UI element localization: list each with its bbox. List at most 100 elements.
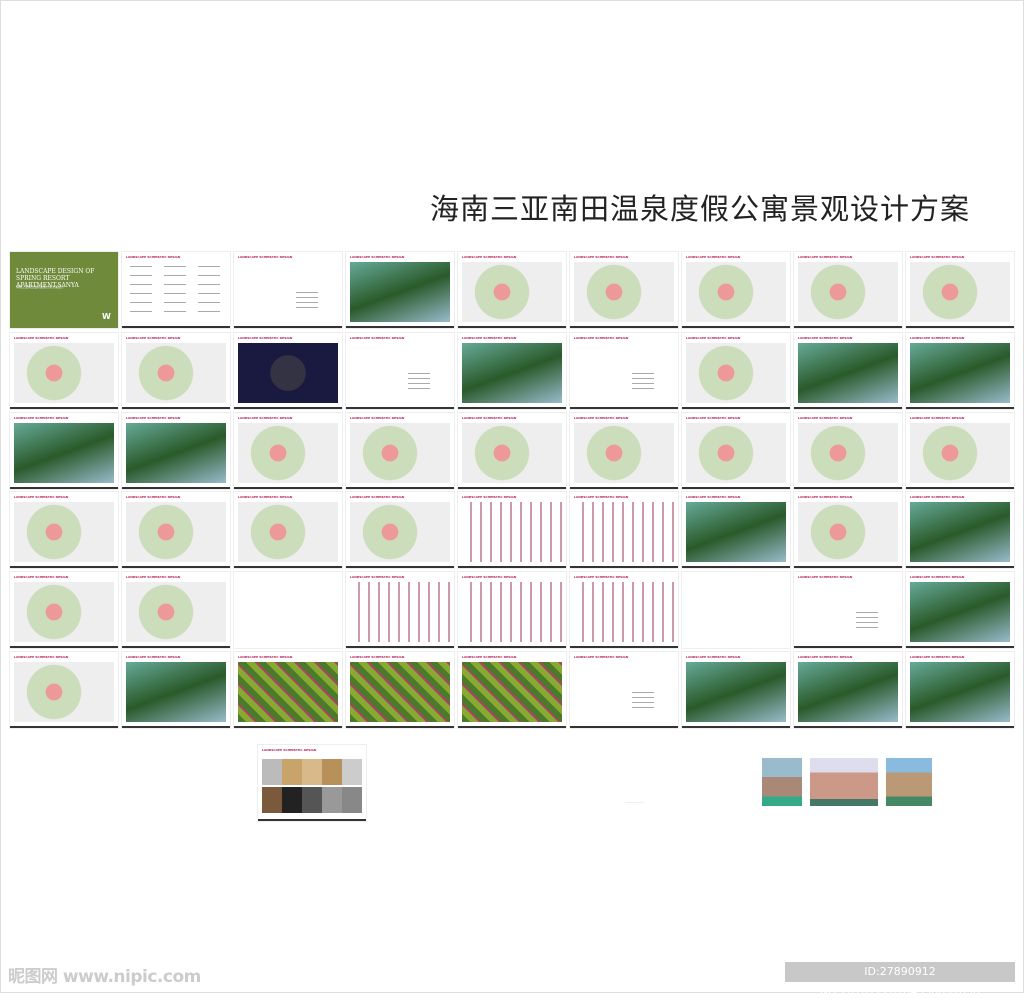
- page-image: [350, 423, 450, 483]
- page-footer-bar: [122, 566, 230, 568]
- building-photo: [810, 758, 878, 806]
- page-thumbnail-plan: LANDSCAPE SCHEMATIC DESIGN: [10, 572, 118, 648]
- page-thumbnail-plan: LANDSCAPE SCHEMATIC DESIGN: [234, 413, 342, 489]
- page-image: [462, 582, 562, 642]
- page-image: [462, 502, 562, 562]
- page-thumbnail-photo: LANDSCAPE SCHEMATIC DESIGN: [906, 492, 1014, 568]
- image-id: ID:27890912 NO:20181226184556091030: [785, 962, 1015, 998]
- page-footer-bar: [122, 646, 230, 648]
- page-header: LANDSCAPE SCHEMATIC DESIGN: [14, 336, 69, 340]
- page-header: LANDSCAPE SCHEMATIC DESIGN: [350, 575, 405, 579]
- page-thumbnail-plan: LANDSCAPE SCHEMATIC DESIGN: [10, 333, 118, 409]
- page-footer-bar: [906, 726, 1014, 728]
- page-thumbnail-drawing: LANDSCAPE SCHEMATIC DESIGN: [570, 492, 678, 568]
- page-image: [14, 343, 114, 403]
- page-header: LANDSCAPE SCHEMATIC DESIGN: [14, 495, 69, 499]
- text-line: [632, 707, 654, 708]
- text-line: [856, 617, 878, 618]
- page-footer-bar: [794, 407, 902, 409]
- page-header: LANDSCAPE SCHEMATIC DESIGN: [462, 655, 517, 659]
- page-thumbnail-section: LANDSCAPE SCHEMATIC DESIGN: [570, 652, 678, 728]
- page-thumbnail-plant: LANDSCAPE SCHEMATIC DESIGN: [234, 652, 342, 728]
- text-line: [408, 378, 430, 379]
- page-footer-bar: [458, 407, 566, 409]
- text-line: [130, 275, 152, 276]
- page-footer-bar: [10, 726, 118, 728]
- page-header: LANDSCAPE SCHEMATIC DESIGN: [238, 336, 293, 340]
- page-header: LANDSCAPE SCHEMATIC DESIGN: [126, 336, 181, 340]
- page-thumbnail-plan: LANDSCAPE SCHEMATIC DESIGN: [346, 492, 454, 568]
- page-thumbnail-plan: LANDSCAPE SCHEMATIC DESIGN: [906, 413, 1014, 489]
- page-footer-bar: [570, 407, 678, 409]
- page-header: LANDSCAPE SCHEMATIC DESIGN: [910, 495, 965, 499]
- page-image: [910, 343, 1010, 403]
- text-line: [632, 697, 654, 698]
- text-line: [198, 311, 220, 312]
- building-photo: [762, 758, 802, 806]
- page-thumbnail-blank: [234, 572, 342, 648]
- page-thumbnail-drawing: LANDSCAPE SCHEMATIC DESIGN: [458, 492, 566, 568]
- page-header: LANDSCAPE SCHEMATIC DESIGN: [350, 655, 405, 659]
- page-thumbnail-plan: LANDSCAPE SCHEMATIC DESIGN: [122, 572, 230, 648]
- page-footer-bar: [234, 487, 342, 489]
- page-header: LANDSCAPE SCHEMATIC DESIGN: [798, 575, 853, 579]
- page-header: LANDSCAPE SCHEMATIC DESIGN: [910, 655, 965, 659]
- text-line: [296, 297, 318, 298]
- text-line: [856, 627, 878, 628]
- page-image: [126, 343, 226, 403]
- page-image: [910, 582, 1010, 642]
- page-footer-bar: [794, 726, 902, 728]
- text-line: [408, 373, 430, 374]
- building-photo: [886, 758, 932, 806]
- page-footer-bar: [906, 487, 1014, 489]
- page-thumbnail-photo: LANDSCAPE SCHEMATIC DESIGN: [906, 333, 1014, 409]
- page-footer-bar: [458, 646, 566, 648]
- page-image: [574, 423, 674, 483]
- page-thumbnail-plant: LANDSCAPE SCHEMATIC DESIGN: [458, 652, 566, 728]
- material-swatches: [262, 787, 362, 813]
- page-image: [14, 662, 114, 722]
- page-thumbnail-plan: LANDSCAPE SCHEMATIC DESIGN: [794, 492, 902, 568]
- text-line: [632, 388, 654, 389]
- page-thumbnail-photo: LANDSCAPE SCHEMATIC DESIGN: [906, 572, 1014, 648]
- page-header: LANDSCAPE SCHEMATIC DESIGN: [798, 255, 853, 259]
- page-footer-bar: [346, 726, 454, 728]
- page-image: [910, 423, 1010, 483]
- page-thumbnail-plan: LANDSCAPE SCHEMATIC DESIGN: [682, 413, 790, 489]
- page-header: LANDSCAPE SCHEMATIC DESIGN: [350, 416, 405, 420]
- page-footer-bar: [122, 487, 230, 489]
- page-header: LANDSCAPE SCHEMATIC DESIGN: [574, 655, 629, 659]
- page-image: [462, 423, 562, 483]
- page-footer-bar: [458, 487, 566, 489]
- page-footer-bar: [10, 487, 118, 489]
- page-footer-bar: [794, 566, 902, 568]
- text-line: [130, 293, 152, 294]
- page-footer-bar: [458, 326, 566, 328]
- page-footer-bar: [682, 326, 790, 328]
- page-image: [798, 343, 898, 403]
- text-line: [130, 266, 152, 267]
- page-footer-bar: [570, 646, 678, 648]
- page-footer-bar: [570, 487, 678, 489]
- page-footer-bar: [682, 726, 790, 728]
- page-header: LANDSCAPE SCHEMATIC DESIGN: [798, 336, 853, 340]
- page-header: LANDSCAPE SCHEMATIC DESIGN: [126, 655, 181, 659]
- page-image: [798, 662, 898, 722]
- page-header: LANDSCAPE SCHEMATIC DESIGN: [574, 255, 629, 259]
- page-footer-bar: [234, 566, 342, 568]
- page-header: LANDSCAPE SCHEMATIC DESIGN: [126, 416, 181, 420]
- page-header: LANDSCAPE SCHEMATIC DESIGN: [686, 655, 741, 659]
- text-line: [632, 383, 654, 384]
- page-image: [126, 423, 226, 483]
- page-header: LANDSCAPE SCHEMATIC DESIGN: [462, 255, 517, 259]
- page-header: LANDSCAPE SCHEMATIC DESIGN: [798, 495, 853, 499]
- page-header: LANDSCAPE SCHEMATIC DESIGN: [686, 336, 741, 340]
- page-image: [462, 262, 562, 322]
- page-header: LANDSCAPE SCHEMATIC DESIGN: [350, 255, 405, 259]
- page-thumbnail-photo: LANDSCAPE SCHEMATIC DESIGN: [794, 652, 902, 728]
- text-line: [130, 302, 152, 303]
- page-header: LANDSCAPE SCHEMATIC DESIGN: [910, 575, 965, 579]
- page-image: [238, 423, 338, 483]
- page-image: [126, 502, 226, 562]
- page-thumbnail-plan: LANDSCAPE SCHEMATIC DESIGN: [794, 413, 902, 489]
